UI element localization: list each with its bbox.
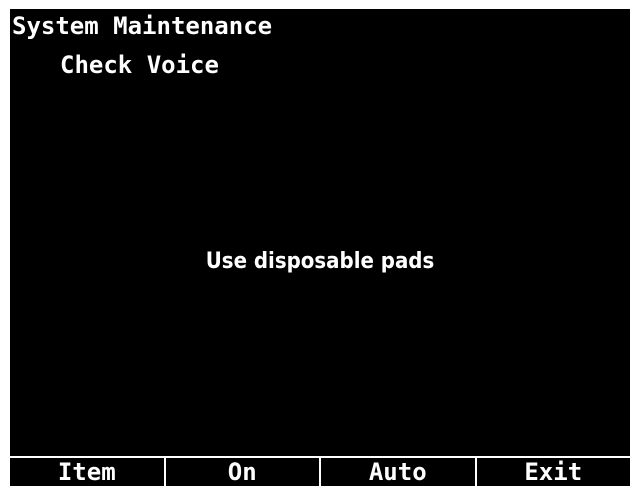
softkey-auto-button[interactable]: Auto bbox=[321, 458, 477, 486]
screen-title: System Maintenance bbox=[12, 12, 273, 40]
status-message: Use disposable pads bbox=[205, 249, 435, 274]
softkey-exit-button[interactable]: Exit bbox=[477, 458, 631, 486]
softkey-item-button[interactable]: Item bbox=[10, 458, 166, 486]
softkey-on-button[interactable]: On bbox=[166, 458, 321, 486]
device-screen: System Maintenance Check Voice Use dispo… bbox=[10, 9, 630, 486]
screen-subtitle: Check Voice bbox=[60, 51, 219, 79]
softkey-bar: Item On Auto Exit bbox=[10, 456, 630, 486]
